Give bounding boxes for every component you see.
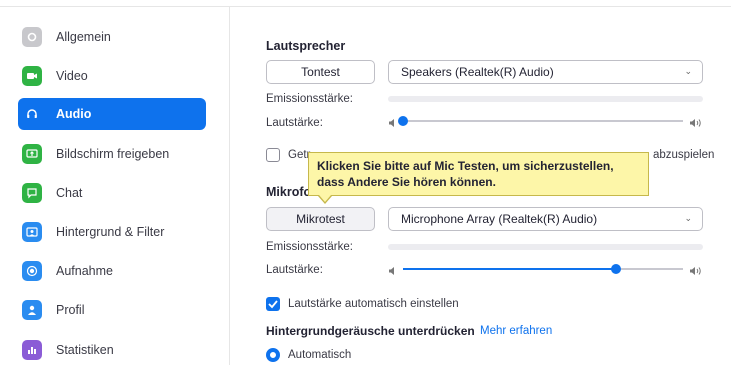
- mic-test-tooltip: Klicken Sie bitte auf Mic Testen, um sic…: [308, 152, 649, 196]
- chevron-down-icon: ⌄: [684, 66, 692, 76]
- sidebar-item-audio[interactable]: Audio: [18, 98, 206, 130]
- speaker-device-value: Speakers (Realtek(R) Audio): [401, 65, 554, 79]
- sidebar-item-hintergrund-filter[interactable]: Hintergrund & Filter: [18, 216, 206, 248]
- separate-audio-device-label-tail: abzuspielen: [653, 149, 715, 161]
- gear-icon: [22, 27, 42, 47]
- microphone-device-select[interactable]: Microphone Array (Realtek(R) Audio) ⌄: [388, 207, 703, 231]
- speaker-section-title: Lautsprecher: [266, 39, 346, 53]
- noise-auto-label: Automatisch: [288, 349, 352, 361]
- microphone-volume-label: Lautstärke:: [266, 264, 323, 276]
- sidebar-item-label: Chat: [56, 186, 83, 200]
- volume-high-icon: [689, 263, 703, 281]
- separate-audio-device-checkbox[interactable]: [266, 148, 280, 162]
- test-microphone-button[interactable]: Mikrotest: [266, 207, 375, 231]
- auto-volume-checkbox[interactable]: [266, 297, 280, 311]
- chevron-down-icon: ⌄: [684, 213, 692, 223]
- settings-window: Allgemein Video Audio Bildschirm freigeb…: [0, 0, 731, 365]
- microphone-device-value: Microphone Array (Realtek(R) Audio): [401, 212, 598, 226]
- sidebar-item-label: Allgemein: [56, 30, 111, 44]
- video-camera-icon: [22, 66, 42, 86]
- speaker-device-select[interactable]: Speakers (Realtek(R) Audio) ⌄: [388, 60, 703, 84]
- sidebar-item-profil[interactable]: Profil: [18, 294, 206, 326]
- speaker-volume-track[interactable]: [403, 120, 683, 122]
- sidebar-item-video[interactable]: Video: [18, 60, 206, 92]
- sidebar-item-aufnahme[interactable]: Aufnahme: [18, 255, 206, 287]
- sidebar-item-statistiken[interactable]: Statistiken: [18, 334, 206, 365]
- sidebar-item-label: Bildschirm freigeben: [56, 147, 170, 161]
- auto-volume-label: Lautstärke automatisch einstellen: [288, 298, 459, 310]
- audio-settings-panel: Lautsprecher Tontest Speakers (Realtek(R…: [231, 7, 731, 365]
- tooltip-arrow-inner: [319, 195, 331, 202]
- background-icon: [22, 222, 42, 242]
- test-speaker-button[interactable]: Tontest: [266, 60, 375, 84]
- sidebar-item-chat[interactable]: Chat: [18, 177, 206, 209]
- share-screen-icon: [22, 144, 42, 164]
- sidebar-item-label: Video: [56, 69, 88, 83]
- volume-low-icon: [388, 263, 398, 281]
- person-icon: [22, 300, 42, 320]
- learn-more-link[interactable]: Mehr erfahren: [480, 325, 552, 337]
- checkmark-icon: [268, 300, 278, 309]
- headphones-icon: [22, 104, 42, 124]
- sidebar-item-label: Statistiken: [56, 343, 114, 357]
- bar-chart-icon: [22, 340, 42, 360]
- microphone-section-title: Mikrofo: [266, 185, 312, 199]
- microphone-input-level-meter: [388, 244, 703, 250]
- sidebar-item-allgemein[interactable]: Allgemein: [18, 21, 206, 53]
- noise-suppression-title: Hintergrundgeräusche unterdrücken: [266, 324, 475, 338]
- speaker-volume-label: Lautstärke:: [266, 117, 323, 129]
- chat-bubble-icon: [22, 183, 42, 203]
- microphone-input-level-label: Emissionsstärke:: [266, 241, 353, 253]
- sidebar-item-label: Aufnahme: [56, 264, 113, 278]
- speaker-output-level-label: Emissionsstärke:: [266, 93, 353, 105]
- volume-low-icon: [388, 115, 398, 133]
- microphone-volume-thumb[interactable]: [610, 264, 621, 274]
- volume-high-icon: [689, 115, 703, 133]
- sidebar-item-label: Profil: [56, 303, 85, 317]
- sidebar-item-bildschirm-freigeben[interactable]: Bildschirm freigeben: [18, 138, 206, 170]
- speaker-output-level-meter: [388, 96, 703, 102]
- sidebar-item-label: Audio: [56, 107, 92, 121]
- speaker-volume-thumb[interactable]: [398, 116, 408, 126]
- noise-auto-radio[interactable]: [266, 348, 280, 362]
- record-icon: [22, 261, 42, 281]
- settings-sidebar: Allgemein Video Audio Bildschirm freigeb…: [0, 7, 230, 365]
- microphone-volume-fill: [403, 268, 616, 270]
- sidebar-item-label: Hintergrund & Filter: [56, 225, 165, 239]
